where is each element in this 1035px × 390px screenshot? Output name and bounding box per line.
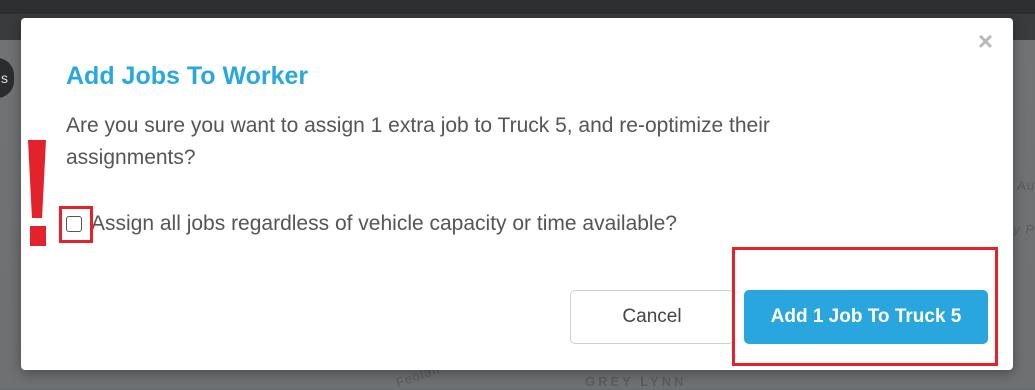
map-label: y P — [1013, 222, 1035, 237]
close-icon[interactable]: × — [978, 28, 993, 54]
cancel-button[interactable]: Cancel — [570, 290, 734, 344]
capacity-override-label[interactable]: Assign all jobs regardless of vehicle ca… — [91, 212, 677, 236]
map-label: GREY LYNN — [585, 374, 687, 389]
confirm-button-highlight-box — [732, 247, 998, 366]
map-label: Au — [1017, 178, 1035, 193]
dialog-message: Are you sure you want to assign 1 extra … — [66, 114, 770, 169]
capacity-override-row[interactable]: Assign all jobs regardless of vehicle ca… — [66, 212, 677, 236]
checkbox-highlight-box — [59, 206, 93, 243]
dialog-title: Add Jobs To Worker — [66, 62, 309, 90]
background-topbar — [0, 0, 1035, 14]
exclamation-mark-icon — [24, 140, 50, 252]
